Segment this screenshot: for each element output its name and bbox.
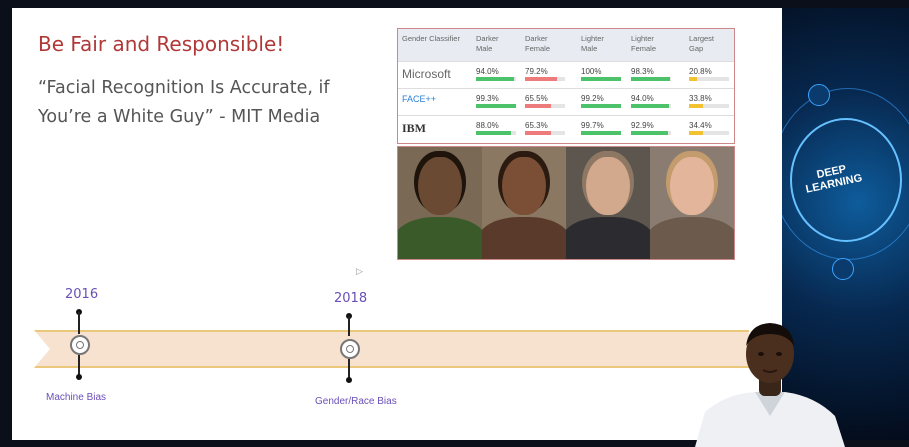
accuracy-bar [689,131,703,135]
average-face [398,147,482,259]
network-icon [832,258,854,280]
presenter-webcam [695,323,845,447]
accuracy-bar-track [631,131,671,135]
table-cell: 34.4% [689,121,712,130]
timeline-label-machine-bias: Machine Bias [46,392,107,403]
table-cell: 20.8% [689,67,712,76]
header-lighter-male: Lighter Male [581,34,604,53]
header-lighter-female: Lighter Female [631,34,657,53]
accuracy-bar-track [689,77,729,81]
accuracy-bar [631,77,671,81]
accuracy-bar [525,131,552,135]
table-row: IBM 88.0% 65.3% 99.7% 92.9% 34.4% [398,115,734,142]
accuracy-bar [525,104,552,108]
table-cell: 92.9% [631,121,654,130]
header-darker-male: Darker Male [476,34,499,53]
accuracy-bar-track [476,131,516,135]
header-classifier: Gender Classifier [402,34,460,43]
table-cell: 79.2% [525,67,548,76]
accuracy-bar-track [476,104,516,108]
accuracy-bar [476,104,516,108]
accuracy-bar-track [525,77,565,81]
accuracy-bar [581,77,621,81]
slide-quote: “Facial Recognition Is Accurate, if You’… [38,78,330,127]
table-cell: 98.3% [631,67,654,76]
table-cell: 94.0% [476,67,499,76]
timeline-stem [78,312,80,334]
accuracy-bar-track [525,104,565,108]
face-shoulders [566,217,650,259]
header-largest-gap: Largest Gap [689,34,715,53]
mouse-pointer-icon: ▷ [356,266,363,276]
accuracy-bar-track [581,131,621,135]
face-head [502,157,546,215]
table-cell: 33.8% [689,94,712,103]
accuracy-bar [631,104,669,108]
table-cell: 94.0% [631,94,654,103]
accuracy-bar-track [476,77,516,81]
average-face [650,147,734,259]
average-faces-strip [397,146,735,260]
accuracy-bar [631,131,669,135]
timeline-marker-2016[interactable] [70,335,90,355]
timeline-stem [348,316,350,336]
accuracy-bar-track [581,77,621,81]
table-cell: 100% [581,67,602,76]
accuracy-bar-track [525,131,565,135]
table-header: Gender Classifier Darker Male Darker Fem… [398,29,734,61]
brain-icon [808,84,830,106]
header-darker-female: Darker Female [525,34,551,53]
average-face [482,147,566,259]
accuracy-bar-track [689,104,729,108]
timeline-year-2016: 2016 [65,287,99,302]
table-cell: 65.5% [525,94,548,103]
face-head [586,157,630,215]
accuracy-bar [581,104,621,108]
face-shoulders [650,217,734,259]
table-cell: 99.7% [581,121,604,130]
accuracy-bar [689,77,698,81]
table-row: FACE++ 99.3% 65.5% 99.2% 94.0% 33.8% [398,88,734,115]
timeline-stem [78,355,80,375]
face-shoulders [482,217,566,259]
slide: Be Fair and Responsible! “Facial Recogni… [12,8,782,440]
table-cell: 99.2% [581,94,604,103]
company-logo: Microsoft [402,67,451,81]
accuracy-bar-track [631,77,671,81]
accuracy-bar [476,77,514,81]
accuracy-bar [581,131,621,135]
face-head [670,157,714,215]
company-logo: IBM [402,121,426,135]
average-face [566,147,650,259]
timeline-stem [348,359,350,379]
table-cell: 88.0% [476,121,499,130]
timeline-pin-bottom [76,374,82,380]
table-cell: 99.3% [476,94,499,103]
slide-title: Be Fair and Responsible! [38,32,285,56]
face-shoulders [398,217,482,259]
timeline-label-gender-race-bias: Gender/Race Bias [315,396,397,407]
timeline-year-2018: 2018 [334,291,368,306]
table-cell: 65.3% [525,121,548,130]
accuracy-bar-track [581,104,621,108]
accuracy-table: Gender Classifier Darker Male Darker Fem… [397,28,735,144]
table-row: Microsoft 94.0% 79.2% 100% 98.3% 20.8% [398,61,734,88]
company-logo: FACE++ [402,94,437,104]
timeline-pin-bottom [346,377,352,383]
accuracy-bar-track [631,104,671,108]
accuracy-bar-track [689,131,729,135]
accuracy-bar [525,77,557,81]
timeline-marker-2018[interactable] [340,339,360,359]
accuracy-bar [689,104,703,108]
timeline-band [34,330,749,368]
face-head [418,157,462,215]
accuracy-bar [476,131,512,135]
